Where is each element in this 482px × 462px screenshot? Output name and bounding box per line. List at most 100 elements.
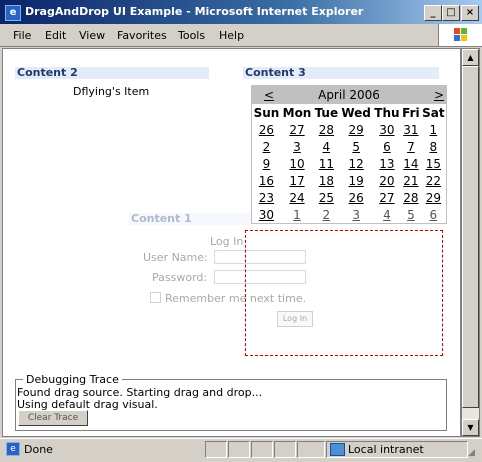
scroll-down-icon[interactable]: ▼ bbox=[462, 419, 479, 436]
password-label: Password: bbox=[152, 271, 208, 284]
calendar-day[interactable]: 10 bbox=[281, 155, 313, 172]
status-panel bbox=[297, 441, 325, 458]
calendar-week: 16 17 18 19 20 21 22 bbox=[252, 172, 446, 189]
calendar-day[interactable]: 23 bbox=[252, 189, 281, 206]
status-panel bbox=[205, 441, 227, 458]
calendar-day[interactable]: 29 bbox=[340, 121, 373, 138]
calendar-day[interactable]: 28 bbox=[313, 121, 339, 138]
calendar-day[interactable]: 3 bbox=[281, 138, 313, 155]
status-panel bbox=[251, 441, 273, 458]
calendar-day[interactable]: 4 bbox=[313, 138, 339, 155]
weekday-label: Mon bbox=[282, 105, 312, 120]
calendar-day[interactable]: 26 bbox=[252, 121, 281, 138]
windows-logo-icon bbox=[438, 24, 482, 46]
calendar-day[interactable]: 17 bbox=[281, 172, 313, 189]
calendar-week: 9 10 11 12 13 14 15 bbox=[252, 155, 446, 172]
clear-trace-button[interactable]: Clear Trace bbox=[18, 410, 88, 426]
calendar-day[interactable]: 14 bbox=[401, 155, 421, 172]
calendar-title: April 2006 bbox=[318, 88, 380, 102]
calendar-day[interactable]: 6 bbox=[373, 138, 401, 155]
calendar-week: 26 27 28 29 30 31 1 bbox=[252, 121, 446, 138]
calendar-grid: Sun Mon Tue Wed Thu Fri Sat 26 27 28 29 … bbox=[252, 104, 446, 223]
zone-text: Local intranet bbox=[348, 443, 424, 456]
calendar-day[interactable]: 2 bbox=[313, 206, 339, 223]
calendar-day[interactable]: 7 bbox=[401, 138, 421, 155]
calendar-day[interactable]: 11 bbox=[313, 155, 339, 172]
calendar-day[interactable]: 22 bbox=[421, 172, 446, 189]
vertical-scrollbar[interactable]: ▲ ▼ bbox=[461, 48, 480, 437]
calendar-day[interactable]: 30 bbox=[252, 206, 281, 223]
content2-header[interactable]: Content 2 bbox=[15, 67, 209, 79]
weekday-label: Fri bbox=[402, 105, 420, 120]
status-panel bbox=[228, 441, 250, 458]
calendar-day[interactable]: 26 bbox=[340, 189, 373, 206]
calendar-day[interactable]: 15 bbox=[421, 155, 446, 172]
calendar-day[interactable]: 4 bbox=[373, 206, 401, 223]
calendar-day[interactable]: 30 bbox=[373, 121, 401, 138]
calendar-day[interactable]: 29 bbox=[421, 189, 446, 206]
weekday-label: Tue bbox=[314, 105, 339, 120]
calendar-day[interactable]: 13 bbox=[373, 155, 401, 172]
status-panel bbox=[274, 441, 296, 458]
calendar-day[interactable]: 18 bbox=[313, 172, 339, 189]
calendar-prev-link[interactable]: < bbox=[264, 86, 274, 104]
menu-view[interactable]: View bbox=[79, 29, 105, 42]
menu-help[interactable]: Help bbox=[219, 29, 244, 42]
debug-trace-legend: Debugging Trace bbox=[23, 373, 122, 386]
content3-header[interactable]: Content 3 bbox=[243, 67, 439, 79]
calendar-day[interactable]: 25 bbox=[313, 189, 339, 206]
calendar-day[interactable]: 27 bbox=[373, 189, 401, 206]
remember-checkbox[interactable] bbox=[150, 292, 161, 303]
weekday-label: Sat bbox=[422, 105, 445, 120]
calendar-day[interactable]: 31 bbox=[401, 121, 421, 138]
close-button[interactable]: × bbox=[461, 5, 479, 21]
calendar-week: 30 1 2 3 4 5 6 bbox=[252, 206, 446, 223]
calendar-day[interactable]: 1 bbox=[281, 206, 313, 223]
calendar-day[interactable]: 1 bbox=[421, 121, 446, 138]
calendar-day[interactable]: 3 bbox=[340, 206, 373, 223]
calendar-day[interactable]: 6 bbox=[421, 206, 446, 223]
calendar-day[interactable]: 5 bbox=[340, 138, 373, 155]
page-content: Content 2 Dflying's Item Content 3 < Apr… bbox=[2, 48, 461, 437]
weekday-label: Sun bbox=[253, 105, 280, 120]
menu-tools[interactable]: Tools bbox=[178, 29, 205, 42]
window-title: DragAndDrop UI Example - Microsoft Inter… bbox=[25, 5, 364, 18]
drop-target-indicator bbox=[245, 230, 443, 356]
menu-edit[interactable]: Edit bbox=[45, 29, 66, 42]
ie-icon: e bbox=[5, 5, 21, 21]
resize-grip-icon[interactable]: ◢ bbox=[468, 448, 475, 458]
login-title: Log In bbox=[210, 235, 244, 248]
calendar-day[interactable]: 16 bbox=[252, 172, 281, 189]
username-label: User Name: bbox=[143, 251, 208, 264]
scroll-thumb[interactable] bbox=[462, 66, 479, 408]
content2-item: Dflying's Item bbox=[73, 85, 150, 98]
calendar-next-link[interactable]: > bbox=[434, 86, 444, 104]
calendar-day[interactable]: 21 bbox=[401, 172, 421, 189]
calendar-day[interactable]: 20 bbox=[373, 172, 401, 189]
calendar-day[interactable]: 8 bbox=[421, 138, 446, 155]
content1-header[interactable]: Content 1 bbox=[129, 213, 251, 225]
calendar-weekday-row: Sun Mon Tue Wed Thu Fri Sat bbox=[252, 104, 446, 121]
calendar-day[interactable]: 24 bbox=[281, 189, 313, 206]
calendar-day[interactable]: 28 bbox=[401, 189, 421, 206]
local-intranet-icon bbox=[330, 443, 345, 456]
menu-favorites[interactable]: Favorites bbox=[117, 29, 167, 42]
calendar-day[interactable]: 19 bbox=[340, 172, 373, 189]
weekday-label: Wed bbox=[341, 105, 371, 120]
menu-file[interactable]: File bbox=[13, 29, 31, 42]
ie-page-icon: e bbox=[6, 442, 20, 456]
status-text: Done bbox=[24, 443, 53, 456]
calendar-day[interactable]: 27 bbox=[281, 121, 313, 138]
weekday-label: Thu bbox=[374, 105, 400, 120]
calendar-day[interactable]: 5 bbox=[401, 206, 421, 223]
calendar-week: 23 24 25 26 27 28 29 bbox=[252, 189, 446, 206]
calendar-day[interactable]: 9 bbox=[252, 155, 281, 172]
calendar-day[interactable]: 2 bbox=[252, 138, 281, 155]
calendar-header: < April 2006 > bbox=[252, 86, 446, 104]
calendar: < April 2006 > Sun Mon Tue Wed Thu Fri S… bbox=[251, 85, 447, 224]
calendar-day[interactable]: 12 bbox=[340, 155, 373, 172]
maximize-button[interactable]: □ bbox=[442, 5, 460, 21]
scroll-up-icon[interactable]: ▲ bbox=[462, 49, 479, 66]
calendar-week: 2 3 4 5 6 7 8 bbox=[252, 138, 446, 155]
minimize-button[interactable]: _ bbox=[424, 5, 442, 21]
